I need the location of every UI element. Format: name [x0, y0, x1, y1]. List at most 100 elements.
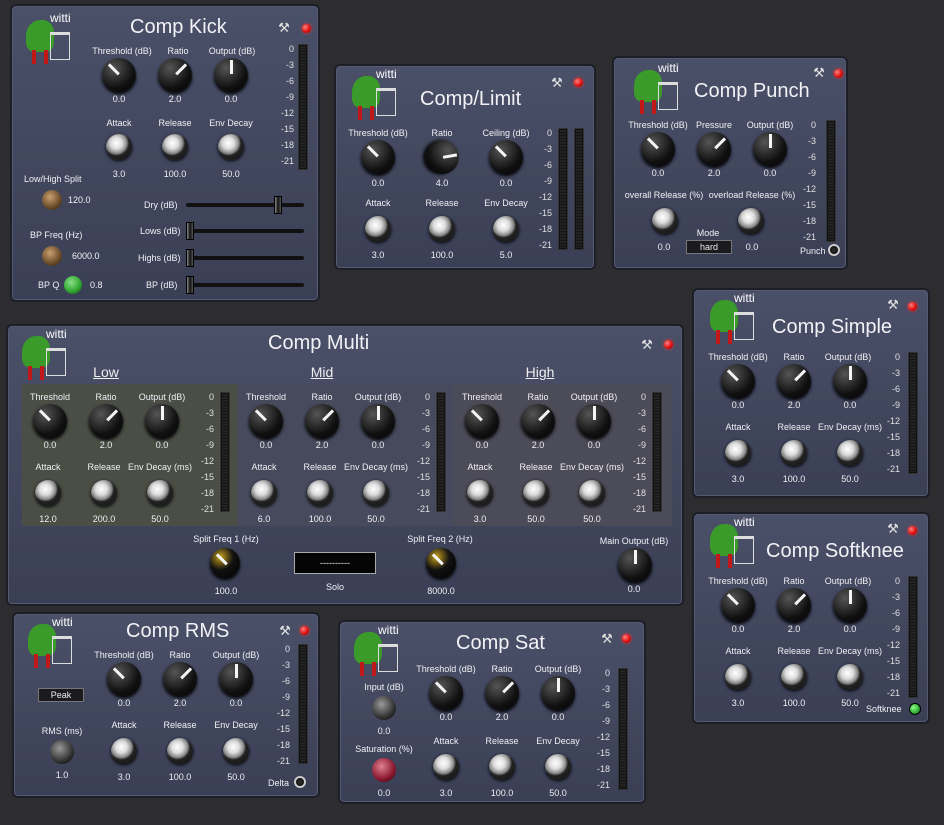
ratio-knob[interactable]: [158, 58, 192, 92]
low-threshold-knob[interactable]: [33, 404, 67, 438]
threshold-knob[interactable]: [641, 132, 675, 166]
ratio-knob[interactable]: [777, 364, 811, 398]
bpq-knob[interactable]: [64, 276, 82, 294]
mid-release-knob[interactable]: [307, 480, 333, 506]
split-knob[interactable]: [42, 190, 62, 210]
pressure-knob[interactable]: [697, 132, 731, 166]
mid-threshold-knob[interactable]: [249, 404, 283, 438]
lows-slider[interactable]: [186, 222, 304, 240]
softknee-toggle[interactable]: [909, 703, 921, 715]
bp-slider[interactable]: [186, 276, 304, 294]
mid-envdecay-knob[interactable]: [363, 480, 389, 506]
wrench-icon[interactable]: ⚒: [600, 632, 614, 646]
threshold-knob[interactable]: [102, 58, 136, 92]
attack-knob[interactable]: [106, 134, 132, 160]
envdecay-knob[interactable]: [837, 664, 863, 690]
power-led[interactable]: [300, 626, 309, 635]
threshold-knob[interactable]: [721, 588, 755, 622]
band-high-label[interactable]: High: [526, 364, 555, 380]
band-low-label[interactable]: Low: [93, 364, 119, 380]
saturation-knob[interactable]: [372, 758, 396, 782]
envdecay-knob[interactable]: [223, 738, 249, 764]
power-led[interactable]: [834, 69, 843, 78]
low-envdecay-knob[interactable]: [147, 480, 173, 506]
wrench-icon[interactable]: ⚒: [886, 522, 900, 536]
power-led[interactable]: [302, 24, 311, 33]
wrench-icon[interactable]: ⚒: [277, 21, 291, 35]
ratio-knob[interactable]: [777, 588, 811, 622]
solo-display[interactable]: ----------: [294, 552, 376, 574]
power-led[interactable]: [664, 340, 673, 349]
output-value: 0.0: [224, 94, 238, 104]
envdecay-knob[interactable]: [218, 134, 244, 160]
high-ratio-knob[interactable]: [521, 404, 555, 438]
rms-knob[interactable]: [50, 740, 74, 764]
power-led[interactable]: [622, 634, 631, 643]
threshold-knob[interactable]: [721, 364, 755, 398]
envdecay-knob[interactable]: [493, 216, 519, 242]
peak-button[interactable]: Peak: [38, 688, 84, 702]
high-release-knob[interactable]: [523, 480, 549, 506]
attack-value: 3.0: [731, 698, 745, 708]
power-led[interactable]: [908, 302, 917, 311]
release-knob[interactable]: [167, 738, 193, 764]
wrench-icon[interactable]: ⚒: [886, 298, 900, 312]
ratio-value: 2.0: [168, 94, 182, 104]
release-knob[interactable]: [781, 440, 807, 466]
high-attack-knob[interactable]: [467, 480, 493, 506]
attack-knob[interactable]: [725, 440, 751, 466]
mid-attack-knob[interactable]: [251, 480, 277, 506]
mode-selector[interactable]: hard: [686, 240, 732, 254]
dry-slider[interactable]: [186, 196, 304, 214]
release-knob[interactable]: [489, 754, 515, 780]
envdecay-knob[interactable]: [545, 754, 571, 780]
attack-knob[interactable]: [725, 664, 751, 690]
low-release-knob[interactable]: [91, 480, 117, 506]
threshold-knob[interactable]: [361, 140, 395, 174]
output-knob[interactable]: [219, 662, 253, 696]
input-knob[interactable]: [372, 696, 396, 720]
wrench-icon[interactable]: ⚒: [550, 76, 564, 90]
release-knob[interactable]: [781, 664, 807, 690]
ratio-knob[interactable]: [485, 676, 519, 710]
split2-knob[interactable]: [426, 548, 456, 578]
delta-toggle[interactable]: [294, 776, 306, 788]
attack-knob[interactable]: [433, 754, 459, 780]
power-led[interactable]: [574, 78, 583, 87]
release-knob[interactable]: [429, 216, 455, 242]
ratio-knob[interactable]: [422, 137, 462, 177]
highs-slider[interactable]: [186, 249, 304, 267]
wrench-icon[interactable]: ⚒: [640, 338, 654, 352]
ceiling-knob[interactable]: [489, 140, 523, 174]
wrench-icon[interactable]: ⚒: [812, 66, 826, 80]
wrench-icon[interactable]: ⚒: [278, 624, 292, 638]
release-knob[interactable]: [162, 134, 188, 160]
ratio-knob[interactable]: [163, 662, 197, 696]
low-ratio-knob[interactable]: [89, 404, 123, 438]
punch-toggle[interactable]: [828, 244, 840, 256]
threshold-knob[interactable]: [107, 662, 141, 696]
high-output-knob[interactable]: [577, 404, 611, 438]
high-envdecay-knob[interactable]: [579, 480, 605, 506]
output-knob[interactable]: [541, 676, 575, 710]
power-led[interactable]: [908, 526, 917, 535]
low-output-knob[interactable]: [145, 404, 179, 438]
bpfreq-knob[interactable]: [42, 246, 62, 266]
overall-release-knob[interactable]: [652, 208, 678, 234]
mid-ratio-knob[interactable]: [305, 404, 339, 438]
main-output-knob[interactable]: [618, 548, 652, 582]
envdecay-knob[interactable]: [837, 440, 863, 466]
attack-knob[interactable]: [111, 738, 137, 764]
output-knob[interactable]: [833, 588, 867, 622]
high-threshold-knob[interactable]: [465, 404, 499, 438]
threshold-knob[interactable]: [429, 676, 463, 710]
low-attack-knob[interactable]: [35, 480, 61, 506]
band-mid-label[interactable]: Mid: [311, 364, 334, 380]
output-knob[interactable]: [833, 364, 867, 398]
attack-knob[interactable]: [365, 216, 391, 242]
overload-release-knob[interactable]: [738, 208, 764, 234]
output-knob[interactable]: [214, 58, 248, 92]
split1-knob[interactable]: [210, 548, 240, 578]
mid-output-knob[interactable]: [361, 404, 395, 438]
output-knob[interactable]: [753, 132, 787, 166]
